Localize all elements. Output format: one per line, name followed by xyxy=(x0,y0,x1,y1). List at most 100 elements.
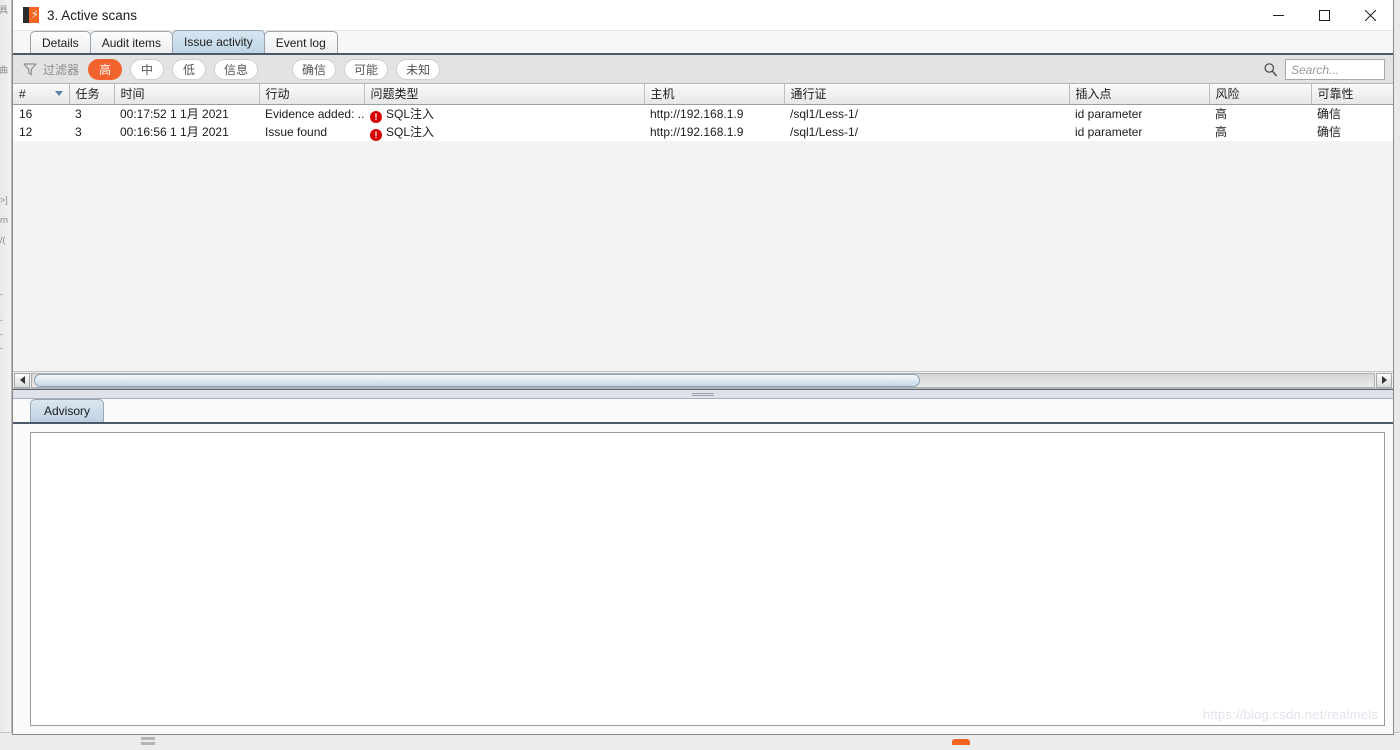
column-header-time-label: 时间 xyxy=(120,87,145,102)
column-header-insertion[interactable]: 插入点 xyxy=(1069,84,1210,105)
maximize-button[interactable] xyxy=(1301,0,1347,31)
filter-toolbar: 过滤器 高 中 低 信息 确信 可能 未知 xyxy=(13,55,1393,84)
cell-task: 3 xyxy=(69,122,114,141)
cell-insertion: id parameter xyxy=(1069,122,1209,141)
tab-event-log[interactable]: Event log xyxy=(263,31,338,53)
advisory-tabstrip: Advisory xyxy=(13,399,1393,424)
active-scans-window: ⚡ 3. Active scans Details Audit items Is… xyxy=(12,0,1394,735)
tab-details-label: Details xyxy=(42,35,79,50)
minimize-button[interactable] xyxy=(1255,0,1301,31)
column-header-confidence[interactable]: 可靠性 xyxy=(1311,84,1393,105)
filter-pill-low[interactable]: 低 xyxy=(172,58,207,80)
table-empty-space xyxy=(13,140,1393,371)
table-row[interactable]: 16 3 00:17:52 1 1月 2021 Evidence added: … xyxy=(13,104,1393,123)
column-header-task-label: 任务 xyxy=(75,87,100,102)
cell-issue-type-label: SQL注入 xyxy=(386,106,435,121)
sort-descending-icon xyxy=(54,91,63,96)
filter-label: 过滤器 xyxy=(43,62,80,77)
advisory-content[interactable]: https://blog.csdn.net/realmels xyxy=(30,432,1385,726)
column-header-number[interactable]: # xyxy=(13,84,70,105)
table-horizontal-scrollbar[interactable] xyxy=(13,371,1393,388)
column-header-risk-label: 风险 xyxy=(1215,87,1240,102)
column-header-action-label: 行动 xyxy=(265,87,290,102)
table-row[interactable]: 12 3 00:16:56 1 1月 2021 Issue found ! SQL… xyxy=(13,122,1393,141)
filter-pill-certain[interactable]: 确信 xyxy=(292,58,337,80)
column-header-number-label: # xyxy=(19,86,26,101)
filter-pill-info[interactable]: 信息 xyxy=(214,58,259,80)
cell-number: 12 xyxy=(13,122,69,141)
tab-event-log-label: Event log xyxy=(275,35,326,50)
window-controls xyxy=(1255,0,1393,31)
cell-number: 16 xyxy=(13,104,69,123)
tab-issue-activity[interactable]: Issue activity xyxy=(172,30,265,53)
filter-pill-firm[interactable]: 可能 xyxy=(344,58,389,80)
tab-details[interactable]: Details xyxy=(30,31,91,53)
tab-audit-items[interactable]: Audit items xyxy=(89,31,174,53)
panel-splitter[interactable] xyxy=(13,389,1393,399)
cell-path: /sql1/Less-1/ xyxy=(784,122,1069,141)
issue-activity-table-area: # 任务 时间 行动 问题类型 主机 通行证 插入点 风险 可靠性 16 3 0… xyxy=(13,84,1393,389)
filter-pill-high-label: 高 xyxy=(99,62,112,77)
column-header-risk[interactable]: 风险 xyxy=(1209,84,1312,105)
column-header-path[interactable]: 通行证 xyxy=(784,84,1070,105)
issue-activity-table: # 任务 时间 行动 问题类型 主机 通行证 插入点 风险 可靠性 16 3 0… xyxy=(13,84,1393,141)
cell-insertion: id parameter xyxy=(1069,104,1209,123)
tab-advisory-label: Advisory xyxy=(44,404,91,418)
cell-risk: 高 xyxy=(1209,122,1311,141)
search-icon xyxy=(1263,62,1279,78)
column-header-insertion-label: 插入点 xyxy=(1075,87,1112,102)
window-title: 3. Active scans xyxy=(47,7,138,23)
tab-audit-items-label: Audit items xyxy=(101,35,162,50)
cell-task: 3 xyxy=(69,104,114,123)
table-header-row: # 任务 时间 行动 问题类型 主机 通行证 插入点 风险 可靠性 xyxy=(13,84,1393,105)
filter-pill-firm-label: 可能 xyxy=(354,62,379,77)
cell-host: http://192.168.1.9 xyxy=(644,122,784,141)
filter-funnel-icon xyxy=(23,62,37,76)
filter-pill-medium[interactable]: 中 xyxy=(130,58,165,80)
search-area xyxy=(1263,59,1385,80)
cell-action: Issue found xyxy=(259,122,364,141)
background-window-left-edge: 具 曲 >] rn /( - - - - xyxy=(0,0,12,750)
filter-pill-high[interactable]: 高 xyxy=(88,58,123,80)
tab-advisory[interactable]: Advisory xyxy=(30,399,105,422)
cell-issue-type: ! SQL注入 xyxy=(364,104,644,123)
search-input[interactable] xyxy=(1285,59,1385,80)
close-button[interactable] xyxy=(1347,0,1393,31)
column-header-issue-type-label: 问题类型 xyxy=(370,87,419,102)
column-header-task[interactable]: 任务 xyxy=(69,84,115,105)
filter-pill-medium-label: 中 xyxy=(141,62,154,77)
cell-action: Evidence added: ... xyxy=(259,104,364,123)
filter-pill-low-label: 低 xyxy=(183,62,196,77)
column-header-path-label: 通行证 xyxy=(790,87,827,102)
filter-pill-tentative-label: 未知 xyxy=(406,62,431,77)
window-titlebar: ⚡ 3. Active scans xyxy=(13,0,1393,31)
filter-pill-tentative[interactable]: 未知 xyxy=(396,58,441,80)
column-header-confidence-label: 可靠性 xyxy=(1317,87,1354,102)
advisory-panel: Advisory https://blog.csdn.net/realmels xyxy=(13,399,1393,734)
scrollbar-track[interactable] xyxy=(31,372,1375,388)
cell-issue-type: ! SQL注入 xyxy=(364,122,644,141)
cell-time: 00:16:56 1 1月 2021 xyxy=(114,122,259,141)
main-tabstrip: Details Audit items Issue activity Event… xyxy=(13,30,1393,55)
scrollbar-thumb[interactable] xyxy=(34,373,920,387)
column-header-issue-type[interactable]: 问题类型 xyxy=(364,84,645,105)
cell-confidence: 确信 xyxy=(1311,104,1393,123)
watermark-text: https://blog.csdn.net/realmels xyxy=(1202,707,1378,722)
high-severity-icon: ! xyxy=(370,128,382,141)
tab-issue-activity-label: Issue activity xyxy=(184,35,253,49)
cell-time: 00:17:52 1 1月 2021 xyxy=(114,104,259,123)
splitter-grip-icon xyxy=(692,393,714,396)
column-header-time[interactable]: 时间 xyxy=(114,84,260,105)
table-body: 16 3 00:17:52 1 1月 2021 Evidence added: … xyxy=(13,104,1393,141)
column-header-host[interactable]: 主机 xyxy=(644,84,785,105)
high-severity-icon: ! xyxy=(370,110,382,123)
column-header-action[interactable]: 行动 xyxy=(259,84,365,105)
scroll-right-icon[interactable] xyxy=(1376,372,1392,388)
cell-risk: 高 xyxy=(1209,104,1311,123)
scroll-left-icon[interactable] xyxy=(14,372,30,388)
cell-path: /sql1/Less-1/ xyxy=(784,104,1069,123)
burp-suite-icon: ⚡ xyxy=(23,7,39,23)
cell-host: http://192.168.1.9 xyxy=(644,104,784,123)
cell-confidence: 确信 xyxy=(1311,122,1393,141)
column-header-host-label: 主机 xyxy=(650,87,675,102)
